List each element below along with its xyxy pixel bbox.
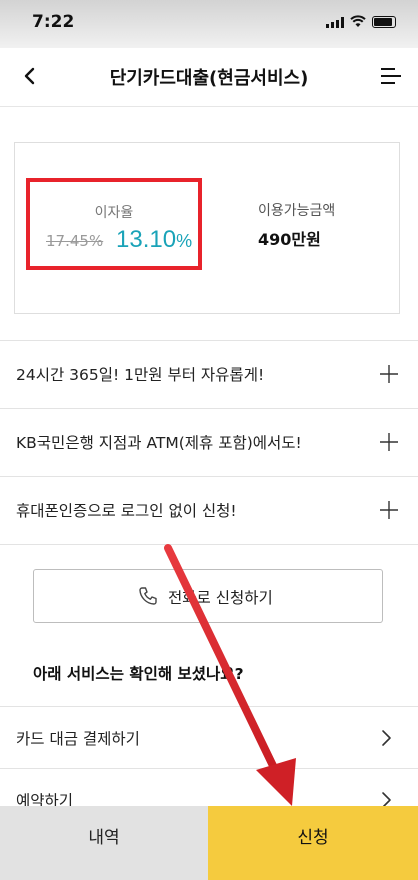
menu-icon[interactable] — [378, 64, 404, 88]
apply-button[interactable]: 신청 — [208, 806, 418, 880]
phone-apply-label: 전화로 신청하기 — [168, 589, 273, 607]
status-bar: 7:22 — [0, 0, 418, 48]
plus-icon[interactable] — [380, 365, 398, 383]
faq-text: KB국민은행 지점과 ATM(제휴 포함)에서도! — [16, 434, 302, 452]
faq-item[interactable]: 휴대폰인증으로 로그인 없이 신청! — [0, 476, 418, 544]
faq-text: 휴대폰인증으로 로그인 없이 신청! — [16, 502, 237, 520]
plus-icon[interactable] — [380, 501, 398, 519]
new-interest-rate: 13.10% — [116, 226, 193, 253]
chevron-left-icon[interactable] — [16, 62, 44, 90]
faq-item[interactable]: KB국민은행 지점과 ATM(제휴 포함)에서도! — [0, 408, 418, 476]
chevron-right-icon — [382, 730, 391, 746]
faq-text: 24시간 365일! 1만원 부터 자유롭게! — [16, 366, 265, 384]
link-text: 카드 대금 결제하기 — [16, 730, 140, 748]
plus-icon[interactable] — [380, 433, 398, 451]
phone-apply-button[interactable]: 전화로 신청하기 — [33, 569, 383, 623]
wifi-icon — [350, 15, 366, 27]
link-card-payment[interactable]: 카드 대금 결제하기 — [0, 706, 418, 768]
signal-icon — [326, 17, 344, 28]
section-title: 아래 서비스는 확인해 보셨나요? — [33, 665, 244, 683]
history-button[interactable]: 내역 — [0, 806, 208, 880]
interest-rate-highlight: 이자율 17.45% 13.10% — [26, 178, 202, 270]
page-title: 단기카드대출(현금서비스) — [109, 68, 309, 89]
app-header: 단기카드대출(현금서비스) — [0, 48, 418, 107]
faq-item[interactable]: 24시간 365일! 1만원 부터 자유롭게! — [0, 340, 418, 408]
bottom-action-bar: 내역 신청 — [0, 806, 418, 880]
available-amount-value: 490만원 — [258, 230, 321, 249]
old-interest-rate: 17.45% — [46, 232, 104, 250]
status-icons — [326, 14, 396, 28]
divider — [0, 544, 418, 545]
status-time: 7:22 — [32, 12, 75, 32]
available-amount-label: 이용가능금액 — [258, 203, 336, 219]
battery-icon — [372, 16, 396, 28]
interest-rate-label: 이자율 — [94, 205, 134, 221]
phone-icon — [139, 587, 157, 605]
